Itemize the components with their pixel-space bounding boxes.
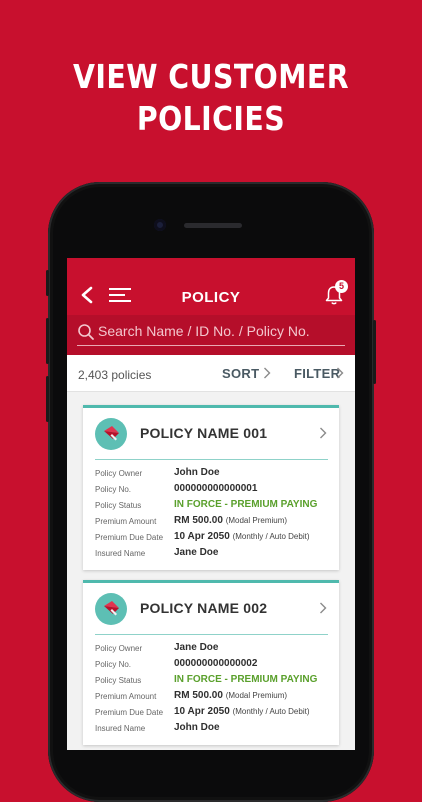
app-screen: POLICY 5 2,403 policies SORT FILTER xyxy=(67,258,355,750)
policy-status-label: Policy Status xyxy=(95,676,142,685)
volume-up-button xyxy=(46,318,49,364)
premium-amount: RM 500.00 xyxy=(174,690,223,701)
premium-amount-row: Premium Amount RM 500.00 (Modal Premium) xyxy=(95,515,335,530)
premium-amount-row: Premium Amount RM 500.00 (Modal Premium) xyxy=(95,690,335,705)
premium-due-label: Premium Due Date xyxy=(95,708,164,717)
premium-amount-value: RM 500.00 (Modal Premium) xyxy=(174,690,287,701)
policy-number-row: Policy No. 000000000000002 xyxy=(95,658,335,673)
policy-name: POLICY NAME 002 xyxy=(140,600,268,616)
policy-status-row: Policy Status IN FORCE - PREMIUM PAYING xyxy=(95,499,335,514)
policy-number-value: 000000000000001 xyxy=(174,483,258,494)
policy-owner-row: Policy Owner John Doe xyxy=(95,467,335,482)
insured-name-value: John Doe xyxy=(174,722,220,733)
policy-owner-row: Policy Owner Jane Doe xyxy=(95,642,335,657)
search-icon xyxy=(78,324,94,340)
app-header: POLICY 5 xyxy=(67,258,355,315)
list-toolbar: 2,403 policies SORT FILTER xyxy=(67,355,355,392)
filter-button[interactable]: FILTER xyxy=(294,366,340,381)
headline-line-2: POLICIES xyxy=(136,99,286,138)
search-underline xyxy=(77,345,345,346)
power-button xyxy=(373,320,376,384)
policy-umbrella-icon xyxy=(95,593,127,625)
premium-amount-label: Premium Amount xyxy=(95,692,157,701)
premium-due-row: Premium Due Date 10 Apr 2050 (Monthly / … xyxy=(95,531,335,546)
policy-status-value: IN FORCE - PREMIUM PAYING xyxy=(174,674,318,685)
policy-status-value: IN FORCE - PREMIUM PAYING xyxy=(174,499,318,510)
premium-note: (Modal Premium) xyxy=(225,691,288,700)
notification-badge: 5 xyxy=(335,280,348,293)
search-bar xyxy=(67,315,355,355)
volume-down-button xyxy=(46,376,49,422)
policy-number-value: 000000000000002 xyxy=(174,658,258,669)
card-divider xyxy=(95,634,328,635)
policy-status-row: Policy Status IN FORCE - PREMIUM PAYING xyxy=(95,674,335,689)
search-input[interactable] xyxy=(98,321,338,341)
page-title: POLICY xyxy=(181,289,241,306)
premium-due-note: (Monthly / Auto Debit) xyxy=(232,532,310,541)
premium-due-date: 10 Apr 2050 xyxy=(174,531,230,542)
insured-name-value: Jane Doe xyxy=(174,547,219,558)
premium-note: (Modal Premium) xyxy=(225,516,288,525)
policy-status-label: Policy Status xyxy=(95,501,142,510)
insured-name-label: Insured Name xyxy=(95,724,146,733)
policy-owner-value: Jane Doe xyxy=(174,642,219,653)
premium-amount-label: Premium Amount xyxy=(95,517,157,526)
card-divider xyxy=(95,459,328,460)
policy-umbrella-icon xyxy=(95,418,127,450)
policy-number-label: Policy No. xyxy=(95,485,132,494)
chevron-right-icon[interactable] xyxy=(319,602,327,614)
policy-number-row: Policy No. 000000000000001 xyxy=(95,483,335,498)
policy-owner-label: Policy Owner xyxy=(95,469,143,478)
earpiece-speaker xyxy=(184,223,242,228)
premium-due-note: (Monthly / Auto Debit) xyxy=(232,707,310,716)
policy-owner-label: Policy Owner xyxy=(95,644,143,653)
sort-chevron-icon xyxy=(264,367,271,379)
insured-name-row: Insured Name Jane Doe xyxy=(95,547,335,562)
premium-due-value: 10 Apr 2050 (Monthly / Auto Debit) xyxy=(174,706,309,717)
insured-name-label: Insured Name xyxy=(95,549,146,558)
policy-card[interactable]: POLICY NAME 001 Policy Owner John Doe Po… xyxy=(83,405,339,570)
policy-number-label: Policy No. xyxy=(95,660,132,669)
sort-button[interactable]: SORT xyxy=(222,366,259,381)
premium-due-date: 10 Apr 2050 xyxy=(174,706,230,717)
promo-headline: VIEW CUSTOMER POLICIES xyxy=(30,56,393,140)
chevron-right-icon[interactable] xyxy=(319,427,327,439)
premium-amount-value: RM 500.00 (Modal Premium) xyxy=(174,515,287,526)
policy-card[interactable]: POLICY NAME 002 Policy Owner Jane Doe Po… xyxy=(83,580,339,745)
premium-due-row: Premium Due Date 10 Apr 2050 (Monthly / … xyxy=(95,706,335,721)
front-camera xyxy=(154,219,166,231)
filter-chevron-icon xyxy=(337,367,344,379)
premium-due-label: Premium Due Date xyxy=(95,533,164,542)
policy-count: 2,403 policies xyxy=(78,368,152,382)
insured-name-row: Insured Name John Doe xyxy=(95,722,335,737)
headline-line-1: VIEW CUSTOMER xyxy=(73,57,349,96)
mute-switch xyxy=(46,270,49,296)
premium-amount: RM 500.00 xyxy=(174,515,223,526)
premium-due-value: 10 Apr 2050 (Monthly / Auto Debit) xyxy=(174,531,309,542)
policy-name: POLICY NAME 001 xyxy=(140,425,268,441)
policy-owner-value: John Doe xyxy=(174,467,220,478)
